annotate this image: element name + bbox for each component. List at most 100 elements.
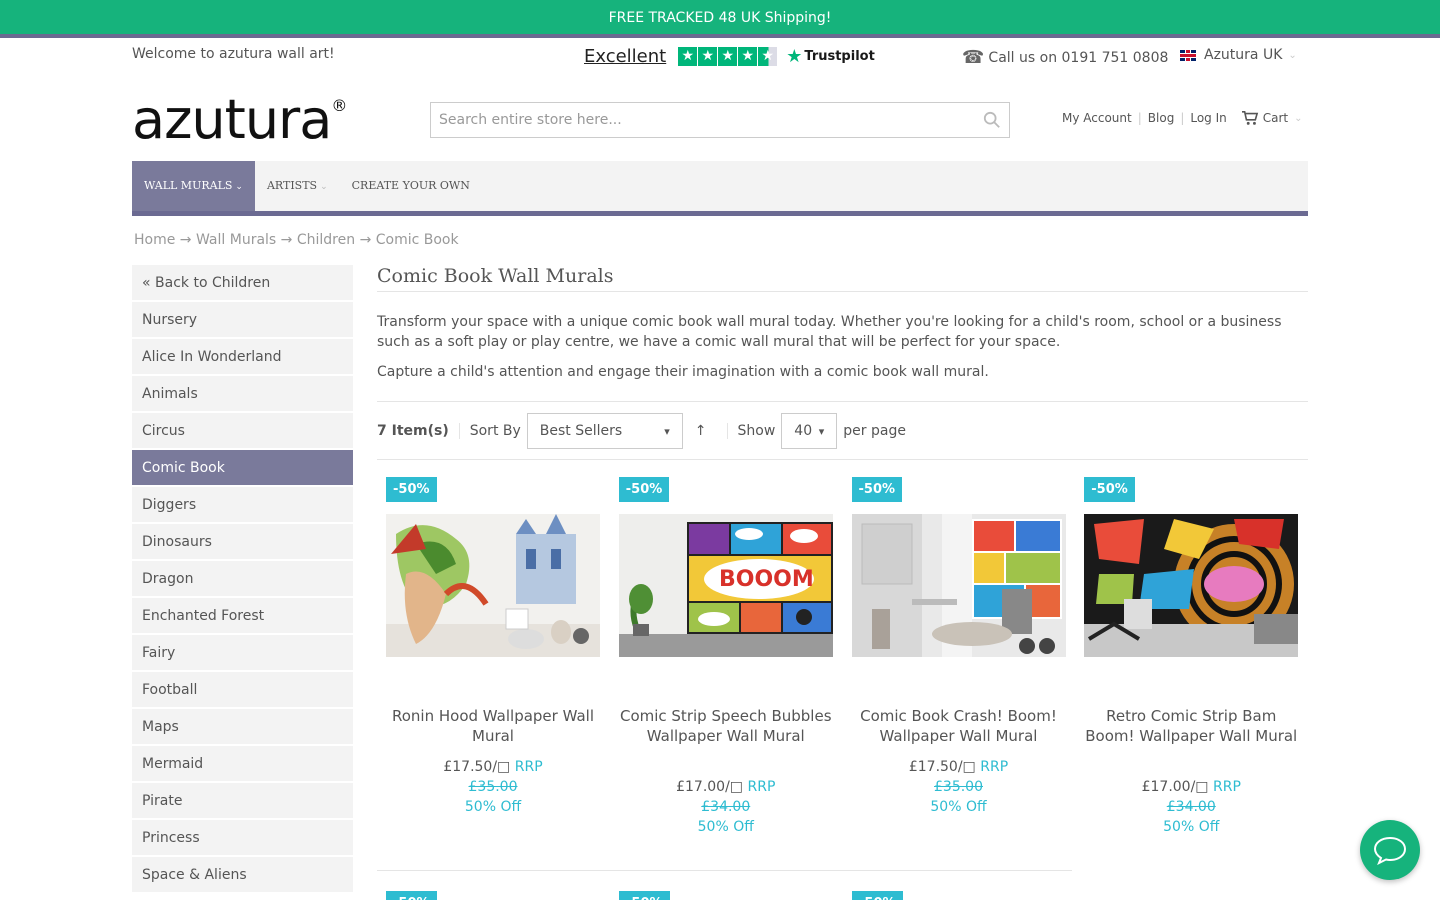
product-image[interactable]: BOOOM [618, 514, 833, 657]
nav-create-your-own[interactable]: CREATE YOUR OWN [340, 161, 482, 211]
sidebar-item-mermaid[interactable]: Mermaid [132, 746, 353, 782]
uk-flag-icon [1180, 49, 1196, 61]
site-logo[interactable]: azutura® [132, 88, 347, 151]
sidebar-item-enchanted-forest[interactable]: Enchanted Forest [132, 598, 353, 634]
sidebar-item-space-aliens[interactable]: Space & Aliens [132, 857, 353, 893]
product-name[interactable]: Retro Comic Strip Bam Boom! Wallpaper Wa… [1085, 706, 1297, 746]
nav-artists[interactable]: ARTISTS ⌄ [255, 161, 340, 211]
breadcrumb-separator: → [280, 232, 293, 248]
phone-contact[interactable]: ☎ Call us on 0191 751 0808 [962, 47, 1168, 68]
toolbar-separator [458, 423, 460, 439]
breadcrumb-home[interactable]: Home [134, 232, 175, 248]
search-input[interactable] [431, 103, 971, 137]
discount-badge: -50% [619, 891, 670, 900]
chevron-down-icon: ⌄ [320, 182, 328, 192]
toolbar-divider [377, 401, 1308, 402]
sidebar-item-princess[interactable]: Princess [132, 820, 353, 856]
product-name[interactable]: Comic Strip Speech Bubbles Wallpaper Wal… [620, 706, 832, 746]
star-icon: ★ [698, 46, 718, 66]
category-description-2: Capture a child's attention and engage t… [377, 364, 989, 380]
product-name[interactable]: Ronin Hood Wallpaper Wall Mural [387, 706, 599, 746]
sidebar-item-dinosaurs[interactable]: Dinosaurs [132, 524, 353, 560]
cart-button[interactable]: Cart ⌄ [1241, 110, 1303, 126]
my-account-link[interactable]: My Account [1062, 111, 1132, 125]
show-label: Show [737, 423, 776, 439]
sidebar-item-circus[interactable]: Circus [132, 413, 353, 449]
discount-badge: -50% [386, 891, 437, 900]
product-name[interactable]: Comic Book Crash! Boom! Wallpaper Wall M… [853, 706, 1065, 746]
nav-wall-murals[interactable]: WALL MURALS ⌄ [132, 161, 255, 211]
discount-badge: -50% [618, 477, 670, 502]
promo-banner: FREE TRACKED 48 UK Shipping! [0, 0, 1440, 34]
chevron-down-icon: ▾ [664, 424, 670, 438]
trustpilot-rating[interactable]: Excellent [584, 46, 666, 67]
discount-badge: -50% [1084, 477, 1135, 502]
main-content: Comic Book Wall Murals Transform your sp… [377, 262, 1308, 460]
per-page-label: per page [843, 423, 906, 439]
breadcrumb-current: Comic Book [375, 232, 459, 248]
star-icon: ★ [678, 46, 698, 66]
breadcrumb-wall-murals[interactable]: Wall Murals [196, 232, 276, 248]
rrp-label: RRP [747, 779, 776, 795]
chevron-down-icon: ▾ [818, 424, 825, 438]
sidebar-item-fairy[interactable]: Fairy [132, 635, 353, 671]
trustpilot-star-icon: ★ [786, 45, 803, 67]
product-image[interactable] [1084, 514, 1299, 657]
sort-direction-icon[interactable]: ↑ [695, 423, 707, 439]
price-current: £17.50/□ [908, 759, 976, 775]
product-image[interactable] [851, 514, 1066, 657]
store-switcher[interactable]: Azutura UK ⌄ [1180, 47, 1297, 63]
discount-badge: -50% [851, 477, 903, 502]
live-chat-button[interactable] [1360, 820, 1420, 880]
toolbar-separator [726, 423, 728, 439]
category-sidebar: « Back to Children Nursery Alice In Wond… [132, 265, 353, 894]
main-nav: WALL MURALS ⌄ ARTISTS ⌄ CREATE YOUR OWN [132, 161, 1308, 216]
sidebar-item-pirate[interactable]: Pirate [132, 783, 353, 819]
sidebar-item-alice[interactable]: Alice In Wonderland [132, 339, 353, 375]
rrp-label: RRP [514, 759, 543, 775]
cart-icon [1241, 110, 1258, 125]
price-old: £35.00 [468, 779, 518, 795]
link-separator: | [1137, 111, 1142, 125]
rrp-label: RRP [1212, 779, 1241, 795]
discount-badge: -50% [852, 891, 903, 900]
sort-select[interactable]: Best Sellers ▾ [526, 413, 683, 449]
discount-text: 50% Off [930, 799, 987, 815]
price-current: £17.00/□ [676, 779, 744, 795]
sidebar-item-maps[interactable]: Maps [132, 709, 353, 745]
sidebar-item-football[interactable]: Football [132, 672, 353, 708]
chevron-down-icon: ⌄ [235, 182, 243, 192]
search-box[interactable] [430, 102, 1010, 138]
star-icon: ★ [738, 46, 758, 66]
sidebar-item-diggers[interactable]: Diggers [132, 487, 353, 523]
star-icon: ★ [718, 46, 738, 66]
product-image[interactable] [386, 514, 600, 657]
sidebar-item-nursery[interactable]: Nursery [132, 302, 353, 338]
discount-text: 50% Off [697, 819, 754, 835]
breadcrumb-separator: → [359, 232, 372, 248]
link-separator: | [1180, 111, 1185, 125]
price-current: £17.00/□ [1141, 779, 1209, 795]
price-old: £35.00 [934, 779, 983, 795]
toolbar-divider [377, 459, 1308, 460]
sidebar-item-dragon[interactable]: Dragon [132, 561, 353, 597]
svg-text:BOOOM: BOOOM [719, 567, 814, 592]
price-current: £17.50/□ [443, 759, 511, 775]
product-prices: £17.50/□ RRP £35.00 50% Off [843, 757, 1075, 817]
breadcrumb-children[interactable]: Children [297, 232, 355, 248]
limit-select[interactable]: 40 ▾ [781, 413, 838, 449]
promo-divider [0, 34, 1440, 38]
phone-text: Call us on 0191 751 0808 [988, 49, 1169, 66]
half-star-icon: ★ [758, 46, 778, 66]
rrp-label: RRP [980, 759, 1009, 775]
search-icon[interactable] [983, 111, 1001, 129]
chevron-down-icon: ⌄ [1288, 49, 1297, 61]
blog-link[interactable]: Blog [1148, 111, 1175, 125]
sidebar-item-comic-book[interactable]: Comic Book [132, 450, 353, 486]
trustpilot-widget[interactable]: Excellent ★ ★ ★ ★ ★ ★ Trustpilot [584, 44, 875, 68]
sidebar-item-back[interactable]: « Back to Children [132, 265, 353, 301]
phone-icon: ☎ [962, 47, 985, 68]
login-link[interactable]: Log In [1190, 111, 1226, 125]
discount-text: 50% Off [464, 799, 522, 815]
sidebar-item-animals[interactable]: Animals [132, 376, 353, 412]
